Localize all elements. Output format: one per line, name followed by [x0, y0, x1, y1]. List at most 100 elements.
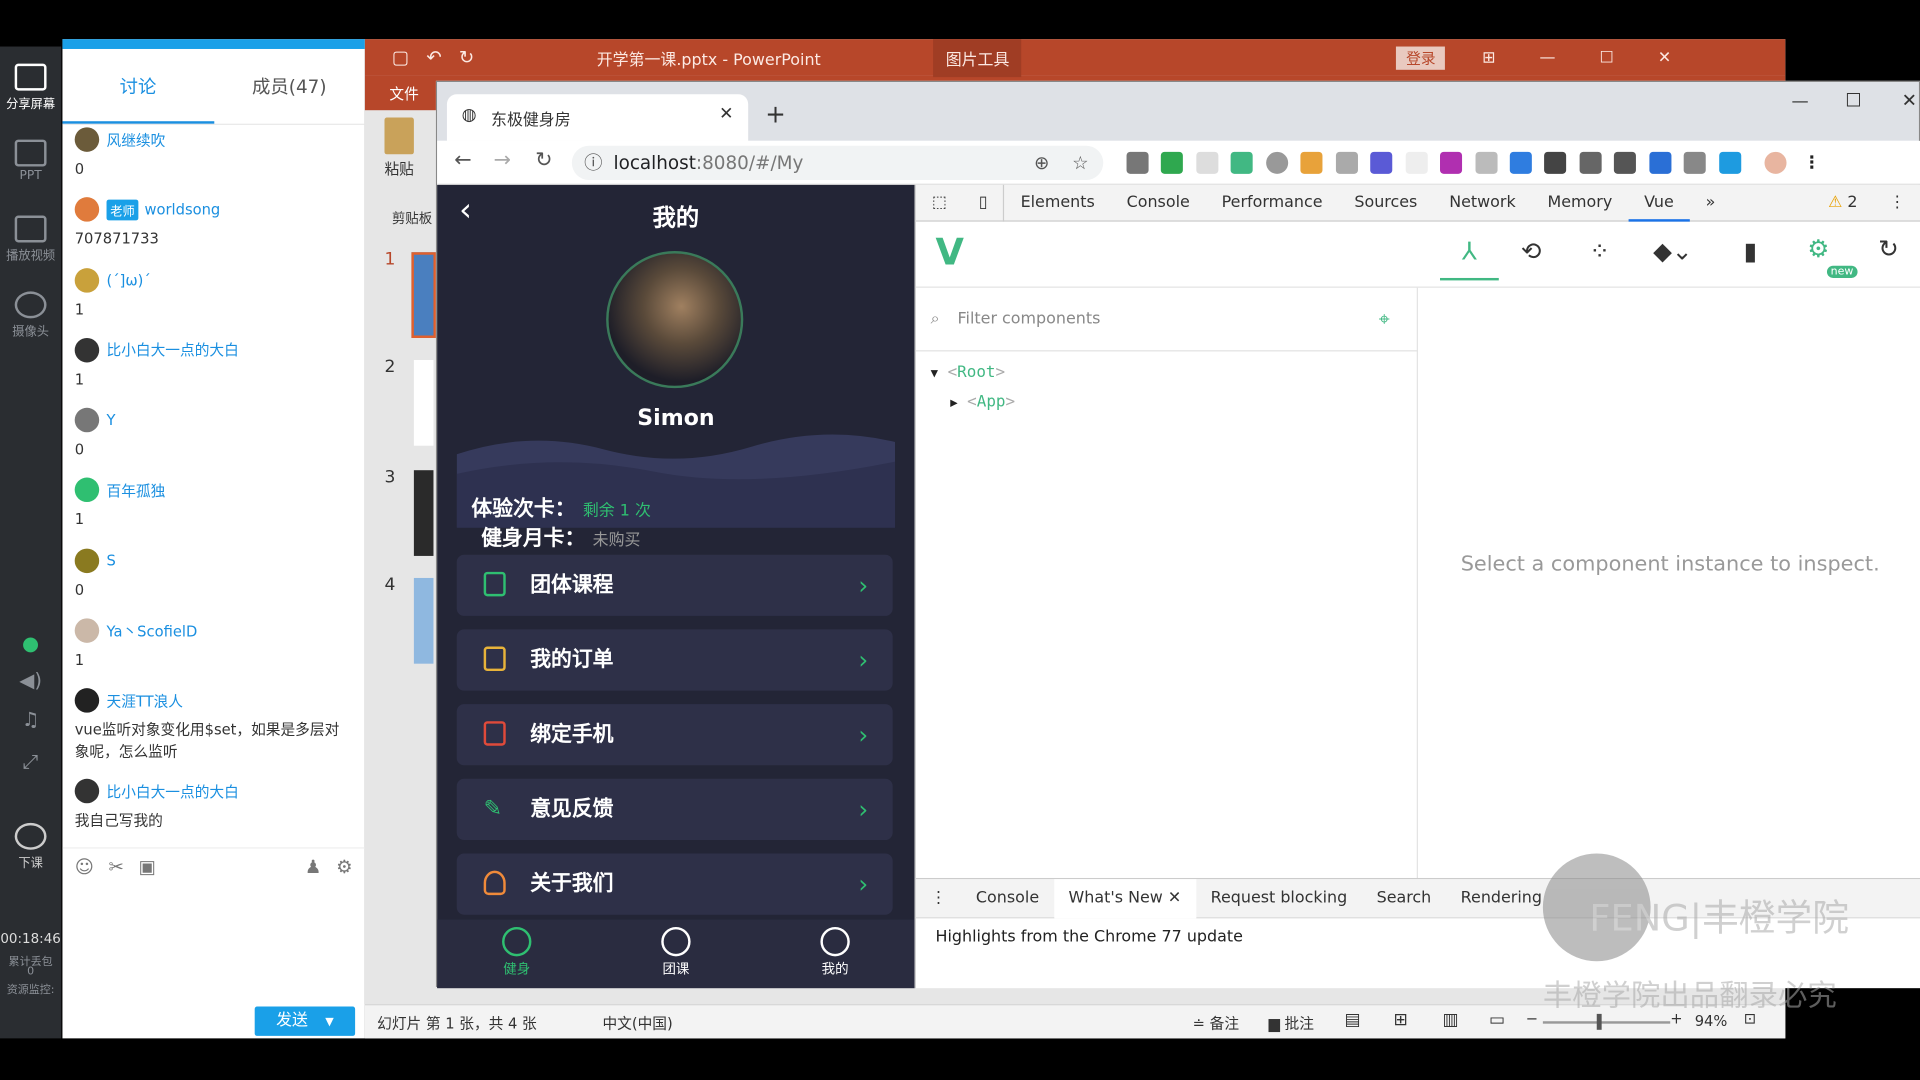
scissors-icon[interactable]: ✂: [109, 855, 124, 877]
tab-performance[interactable]: Performance: [1206, 184, 1339, 221]
play-extension-icon[interactable]: [1579, 151, 1602, 174]
menu-item-bind-phone[interactable]: 绑定手机 ›: [456, 704, 893, 766]
comments-button[interactable]: ▆ 批注: [1269, 1013, 1314, 1034]
tree-node-root[interactable]: ▼ <Root>: [931, 364, 1005, 382]
tree-extension-icon[interactable]: [1335, 151, 1358, 174]
emoji-icon[interactable]: ☺: [75, 855, 94, 877]
reload-icon[interactable]: ↻: [535, 148, 552, 172]
image-icon[interactable]: ▣: [139, 855, 156, 877]
performance-icon[interactable]: ▮: [1744, 236, 1757, 265]
maximize-icon[interactable]: ☐: [1845, 89, 1861, 111]
maximize-icon[interactable]: ☐: [1600, 48, 1614, 66]
menu-item-about-us[interactable]: 关于我们 ›: [456, 853, 893, 915]
circle-extension-icon[interactable]: [1265, 151, 1288, 174]
more-icon[interactable]: ⋮: [1803, 153, 1820, 173]
timeline-icon[interactable]: ⟲: [1521, 236, 1542, 265]
send-button[interactable]: 发送 ▼: [254, 1006, 356, 1036]
slide-thumbnail[interactable]: [413, 470, 434, 556]
tab-network[interactable]: Network: [1433, 184, 1531, 221]
file-menu[interactable]: 文件: [389, 83, 418, 104]
notes-button[interactable]: ≐ 备注: [1193, 1013, 1239, 1034]
drawer-tab-request-blocking[interactable]: Request blocking: [1196, 879, 1362, 918]
drawer-tab-console[interactable]: Console: [961, 879, 1054, 918]
router-icon[interactable]: ◆⌄: [1653, 236, 1692, 265]
slide-thumbnail[interactable]: [411, 252, 436, 338]
fullscreen-icon[interactable]: ⤢: [0, 749, 61, 773]
tree-node-app[interactable]: ▶ <App>: [950, 393, 1015, 411]
vuex-icon[interactable]: ⁘: [1589, 236, 1610, 265]
refresh-icon[interactable]: ↻: [1878, 234, 1899, 263]
react-extension-icon[interactable]: [1370, 151, 1393, 174]
filter-components-input[interactable]: ⌕ Filter components ⌖: [915, 287, 1418, 352]
more-tabs-icon[interactable]: »: [1690, 184, 1732, 221]
save-icon[interactable]: ▢: [392, 47, 409, 69]
tab-mine[interactable]: 我的: [756, 920, 915, 989]
s-extension-icon[interactable]: [1474, 151, 1497, 174]
slide-sorter-icon[interactable]: ⊞: [1393, 1010, 1407, 1030]
zoom-icon[interactable]: ⊕: [1034, 146, 1049, 180]
shield-icon[interactable]: [1161, 151, 1184, 174]
minimize-icon[interactable]: —: [1540, 48, 1556, 66]
end-class-button[interactable]: 下课: [0, 822, 61, 871]
paste-button[interactable]: 粘贴: [384, 117, 414, 179]
close-icon[interactable]: ✕: [1902, 89, 1917, 111]
menu-item-my-orders[interactable]: 我的订单 ›: [456, 629, 893, 691]
mic-icon[interactable]: ●: [0, 632, 61, 655]
purple-extension-icon[interactable]: [1440, 151, 1463, 174]
close-icon[interactable]: ✕: [1658, 48, 1671, 66]
video-extension-icon[interactable]: [1544, 151, 1567, 174]
tab-vue[interactable]: Vue: [1628, 184, 1690, 222]
slide-thumbnail[interactable]: [413, 577, 434, 664]
drawer-menu-icon[interactable]: ⋮: [916, 879, 961, 918]
drawer-tab-rendering[interactable]: Rendering: [1446, 879, 1557, 918]
gear-icon[interactable]: ⚙: [336, 855, 352, 877]
tab-elements[interactable]: Elements: [1005, 184, 1111, 221]
inspect-element-icon[interactable]: ⬚: [916, 184, 963, 221]
t-extension-icon[interactable]: [1718, 151, 1741, 174]
ppt-button[interactable]: PPT: [0, 139, 61, 182]
zoom-in-button[interactable]: +: [1670, 1010, 1682, 1027]
zoom-slider[interactable]: [1542, 1021, 1671, 1024]
close-tab-icon[interactable]: ✕: [719, 104, 733, 124]
zoom-level[interactable]: 94%: [1695, 1013, 1728, 1030]
expand-icon[interactable]: ▼: [931, 367, 938, 380]
eyedropper-icon[interactable]: [1126, 151, 1149, 174]
back-icon[interactable]: ←: [454, 148, 471, 172]
redo-icon[interactable]: ↻: [459, 47, 474, 69]
play-video-button[interactable]: 播放视频: [0, 215, 61, 263]
vue-extension-icon[interactable]: [1231, 151, 1254, 174]
forward-icon[interactable]: →: [493, 148, 510, 172]
camera-button[interactable]: 摄像头: [0, 291, 61, 339]
components-icon[interactable]: ⅄: [1440, 236, 1500, 281]
normal-view-icon[interactable]: ▤: [1345, 1010, 1361, 1030]
ribbon-display-icon[interactable]: ⊞: [1482, 48, 1495, 66]
zoom-out-button[interactable]: −: [1526, 1010, 1538, 1027]
browser-tab[interactable]: ◍ 东极健身房 ✕: [446, 94, 749, 141]
tab-console[interactable]: Console: [1111, 184, 1206, 221]
fit-window-icon[interactable]: ⊡: [1744, 1010, 1756, 1027]
warning-icon[interactable]: ⚠ 2: [1812, 184, 1873, 221]
speaker-icon[interactable]: ◀): [0, 669, 61, 692]
profile-avatar[interactable]: [1764, 151, 1787, 174]
minimize-icon[interactable]: —: [1791, 92, 1808, 112]
avatar[interactable]: [606, 251, 744, 389]
user-icon[interactable]: ♟: [305, 855, 321, 877]
tab-memory[interactable]: Memory: [1532, 184, 1629, 221]
tab-sources[interactable]: Sources: [1338, 184, 1433, 221]
zoom-slider-handle[interactable]: [1596, 1013, 1602, 1030]
music-icon[interactable]: ♫: [0, 708, 61, 731]
share-screen-button[interactable]: 分享屏幕: [0, 63, 61, 111]
info-icon[interactable]: ⓘ: [584, 146, 602, 180]
devtools-menu-icon[interactable]: ⋮: [1873, 184, 1920, 221]
tab-fitness[interactable]: 健身: [437, 920, 596, 989]
tab-discussion[interactable]: 讨论: [62, 49, 214, 124]
close-icon[interactable]: ✕: [1168, 888, 1181, 906]
reading-view-icon[interactable]: ▥: [1442, 1010, 1458, 1030]
wechat-extension-icon[interactable]: [1614, 151, 1637, 174]
slideshow-icon[interactable]: ▭: [1489, 1010, 1505, 1030]
new-tab-button[interactable]: +: [765, 99, 786, 128]
login-button[interactable]: 登录: [1396, 45, 1446, 70]
tab-members[interactable]: 成员(47): [214, 49, 365, 124]
slide-thumbnail[interactable]: [413, 360, 434, 446]
settings-icon[interactable]: ⚙: [1807, 234, 1829, 263]
